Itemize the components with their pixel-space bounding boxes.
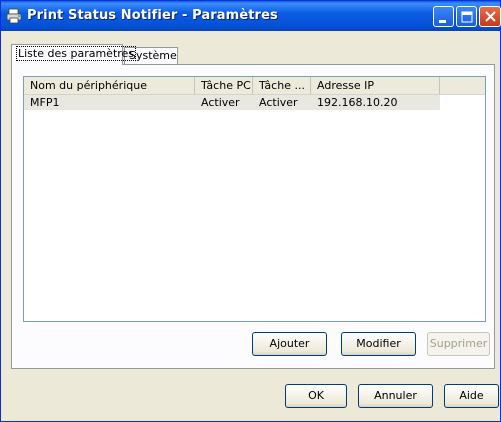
add-button[interactable]: Ajouter bbox=[252, 332, 327, 356]
minimize-button[interactable] bbox=[433, 6, 454, 27]
cell-ip-address: 192.168.10.20 bbox=[317, 96, 398, 109]
column-header-task[interactable]: Tâche ... bbox=[253, 77, 311, 94]
delete-button[interactable]: Supprimer bbox=[427, 332, 490, 356]
tab-settings-list-label: Liste des paramètres bbox=[16, 46, 137, 61]
minimize-icon bbox=[439, 20, 446, 23]
settings-window: Print Status Notifier - Paramètres Liste… bbox=[0, 0, 501, 422]
maximize-button[interactable] bbox=[456, 6, 477, 27]
cell-device-name: MFP1 bbox=[30, 96, 60, 109]
tab-settings-list[interactable]: Liste des paramètres bbox=[11, 44, 137, 65]
modify-button[interactable]: Modifier bbox=[341, 332, 416, 356]
title-bar[interactable]: Print Status Notifier - Paramètres bbox=[1, 1, 501, 31]
tab-panel: Nom du périphérique Tâche PC Tâche ... A… bbox=[11, 64, 495, 369]
tab-system-label: Système bbox=[129, 49, 177, 62]
cell-task: Activer bbox=[259, 96, 298, 109]
maximize-icon bbox=[461, 11, 473, 23]
help-button[interactable]: Aide bbox=[444, 384, 499, 408]
printer-icon bbox=[6, 8, 22, 24]
column-header-device-name[interactable]: Nom du périphérique bbox=[24, 77, 195, 94]
column-header-pc-task[interactable]: Tâche PC bbox=[195, 77, 253, 94]
window-title: Print Status Notifier - Paramètres bbox=[27, 8, 278, 23]
close-icon bbox=[485, 11, 496, 22]
cancel-button[interactable]: Annuler bbox=[358, 384, 433, 408]
ok-button[interactable]: OK bbox=[285, 384, 347, 408]
list-header: Nom du périphérique Tâche PC Tâche ... A… bbox=[24, 77, 485, 95]
table-row[interactable]: MFP1 Activer Activer 192.168.10.20 bbox=[24, 95, 485, 110]
cell-pc-task: Activer bbox=[201, 96, 240, 109]
close-button[interactable] bbox=[479, 6, 501, 27]
column-header-ip-address[interactable]: Adresse IP bbox=[311, 77, 440, 94]
device-list[interactable]: Nom du périphérique Tâche PC Tâche ... A… bbox=[23, 76, 486, 322]
